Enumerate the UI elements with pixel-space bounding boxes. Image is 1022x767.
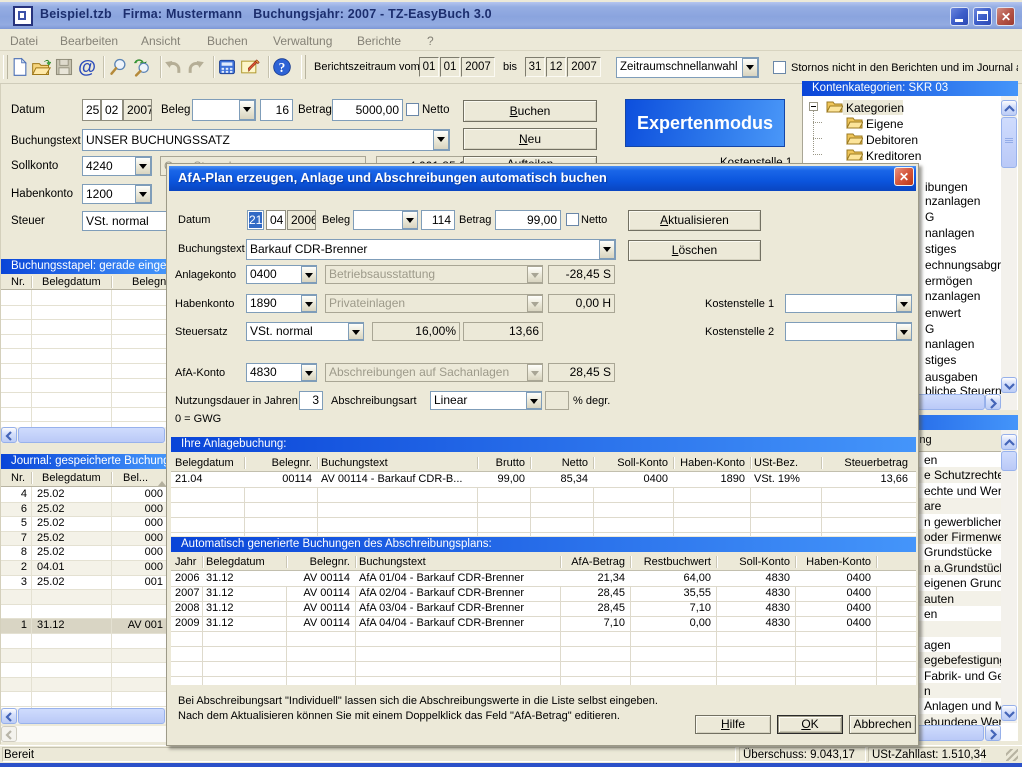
svg-text:?: ? bbox=[279, 60, 286, 75]
svg-text:@: @ bbox=[78, 57, 96, 77]
